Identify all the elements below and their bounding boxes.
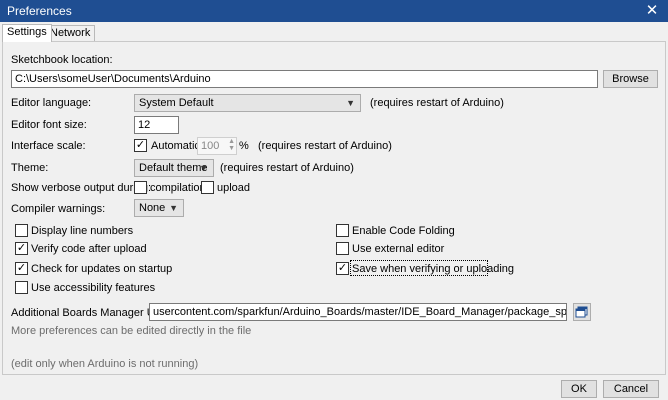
verify-after-upload-label: Verify code after upload <box>31 243 147 255</box>
check-updates-checkbox[interactable]: ✓ <box>15 262 28 275</box>
verbose-upload-checkbox[interactable] <box>201 181 214 194</box>
cancel-button[interactable]: Cancel <box>603 380 659 398</box>
tab-network[interactable]: Network <box>45 25 96 41</box>
display-line-numbers-label: Display line numbers <box>31 225 134 237</box>
sketchbook-location-input[interactable]: C:\Users\someUser\Documents\Arduino <box>11 70 598 88</box>
editor-language-value: System Default <box>139 97 214 109</box>
browse-button[interactable]: Browse <box>603 70 658 88</box>
editor-language-label: Editor language: <box>11 97 92 109</box>
display-line-numbers-checkbox[interactable] <box>15 224 28 237</box>
verbose-compilation-label: compilation <box>150 182 206 194</box>
save-on-verify-label: Save when verifying or uploading <box>352 263 515 275</box>
compiler-warnings-select[interactable]: None ▼ <box>134 199 184 217</box>
interface-scale-value: 100 <box>201 140 220 152</box>
window-list-icon[interactable] <box>573 303 591 321</box>
boards-manager-urls-input[interactable]: usercontent.com/sparkfun/Arduino_Boards/… <box>149 303 567 321</box>
spinner-arrows-icon[interactable]: ▲ ▼ <box>228 138 235 152</box>
dialog-footer: OK Cancel <box>0 376 668 400</box>
interface-scale-unit: % <box>239 140 249 152</box>
verbose-label: Show verbose output during: <box>11 182 152 194</box>
interface-scale-spinner[interactable]: 100 ▲ ▼ <box>197 137 237 155</box>
close-icon[interactable]: ✕ <box>636 0 668 22</box>
theme-label: Theme: <box>11 162 49 174</box>
tab-settings[interactable]: Settings <box>2 24 52 42</box>
chevron-down-icon: ▼ <box>199 163 208 173</box>
external-editor-label: Use external editor <box>352 243 445 255</box>
accessibility-checkbox[interactable] <box>15 281 28 294</box>
editor-font-size-label: Editor font size: <box>11 119 87 131</box>
edit-only-note: (edit only when Arduino is not running) <box>11 358 199 370</box>
chevron-down-icon: ▼ <box>169 203 178 213</box>
theme-note: (requires restart of Arduino) <box>220 162 354 174</box>
save-on-verify-checkbox[interactable]: ✓ <box>336 262 349 275</box>
chevron-down-icon: ▼ <box>346 98 355 108</box>
interface-scale-note: (requires restart of Arduino) <box>258 140 392 152</box>
settings-panel: Sketchbook location: C:\Users\someUser\D… <box>2 41 666 375</box>
verify-after-upload-checkbox[interactable]: ✓ <box>15 242 28 255</box>
title-bar: Preferences ✕ <box>0 0 668 22</box>
automatic-scale-label: Automatic <box>151 140 200 152</box>
verbose-upload-label: upload <box>217 182 251 194</box>
editor-language-note: (requires restart of Arduino) <box>370 97 504 109</box>
editor-language-select[interactable]: System Default ▼ <box>134 94 361 112</box>
window-title: Preferences <box>7 4 72 18</box>
theme-select[interactable]: Default theme ▼ <box>134 159 214 177</box>
theme-value: Default theme <box>139 162 208 174</box>
external-editor-checkbox[interactable] <box>336 242 349 255</box>
accessibility-label: Use accessibility features <box>31 282 156 294</box>
editor-font-size-input[interactable]: 12 <box>134 116 179 134</box>
interface-scale-label: Interface scale: <box>11 140 86 152</box>
automatic-scale-checkbox[interactable]: ✓ <box>134 139 147 152</box>
check-updates-label: Check for updates on startup <box>31 263 173 275</box>
more-preferences-note: More preferences can be edited directly … <box>11 325 252 337</box>
sketchbook-label: Sketchbook location: <box>11 54 113 66</box>
code-folding-checkbox[interactable] <box>336 224 349 237</box>
verbose-compilation-checkbox[interactable] <box>134 181 147 194</box>
ok-button[interactable]: OK <box>561 380 597 398</box>
compiler-warnings-value: None <box>139 202 166 214</box>
compiler-warnings-label: Compiler warnings: <box>11 203 106 215</box>
code-folding-label: Enable Code Folding <box>352 225 455 237</box>
